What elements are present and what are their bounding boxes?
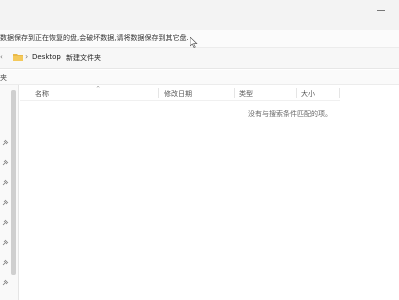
toolbar: 夹 bbox=[0, 70, 399, 85]
minimize-button[interactable] bbox=[377, 10, 385, 11]
pin-icon[interactable] bbox=[2, 179, 9, 186]
column-divider[interactable] bbox=[296, 88, 297, 98]
column-divider[interactable] bbox=[158, 88, 159, 98]
empty-result-message: 没有与搜索条件匹配的项。 bbox=[248, 110, 332, 118]
breadcrumb-desktop[interactable]: Desktop bbox=[32, 53, 61, 61]
column-divider[interactable] bbox=[339, 88, 340, 98]
up-arrow-icon[interactable]: ‹ bbox=[0, 53, 3, 61]
breadcrumb-separator-icon: › bbox=[25, 52, 29, 61]
folder-icon bbox=[13, 54, 23, 61]
column-size[interactable]: 大小 bbox=[301, 89, 315, 99]
column-header-row: ^ 名称 修改日期 类型 大小 bbox=[20, 86, 340, 101]
pin-icon[interactable] bbox=[2, 259, 9, 266]
pin-icon[interactable] bbox=[2, 199, 9, 206]
mouse-cursor-icon bbox=[190, 37, 198, 48]
warning-banner: 数据保存到正在恢复的盘,会破坏数据,请将数据保存到其它盘. bbox=[0, 30, 399, 48]
column-name[interactable]: 名称 bbox=[35, 89, 49, 99]
column-divider[interactable] bbox=[234, 88, 235, 98]
pin-icon[interactable] bbox=[2, 139, 9, 146]
column-type[interactable]: 类型 bbox=[239, 89, 253, 99]
breadcrumb-current-folder[interactable]: 新建文件夹 bbox=[66, 53, 101, 63]
pin-icon[interactable] bbox=[2, 219, 9, 226]
column-modified[interactable]: 修改日期 bbox=[164, 89, 192, 99]
address-bar[interactable]: ‹ › Desktop › 新建文件夹 bbox=[0, 48, 399, 69]
warning-message: 数据保存到正在恢复的盘,会破坏数据,请将数据保存到其它盘. bbox=[0, 34, 189, 42]
nav-scrollbar[interactable] bbox=[11, 90, 16, 275]
sort-caret-icon: ^ bbox=[96, 86, 101, 92]
toolbar-label[interactable]: 夹 bbox=[0, 73, 7, 83]
title-bar bbox=[0, 0, 399, 31]
pin-icon[interactable] bbox=[2, 279, 9, 286]
pin-icon[interactable] bbox=[2, 159, 9, 166]
navigation-pane bbox=[0, 85, 19, 300]
pin-icon[interactable] bbox=[2, 239, 9, 246]
breadcrumb-separator-icon: › bbox=[58, 52, 62, 61]
